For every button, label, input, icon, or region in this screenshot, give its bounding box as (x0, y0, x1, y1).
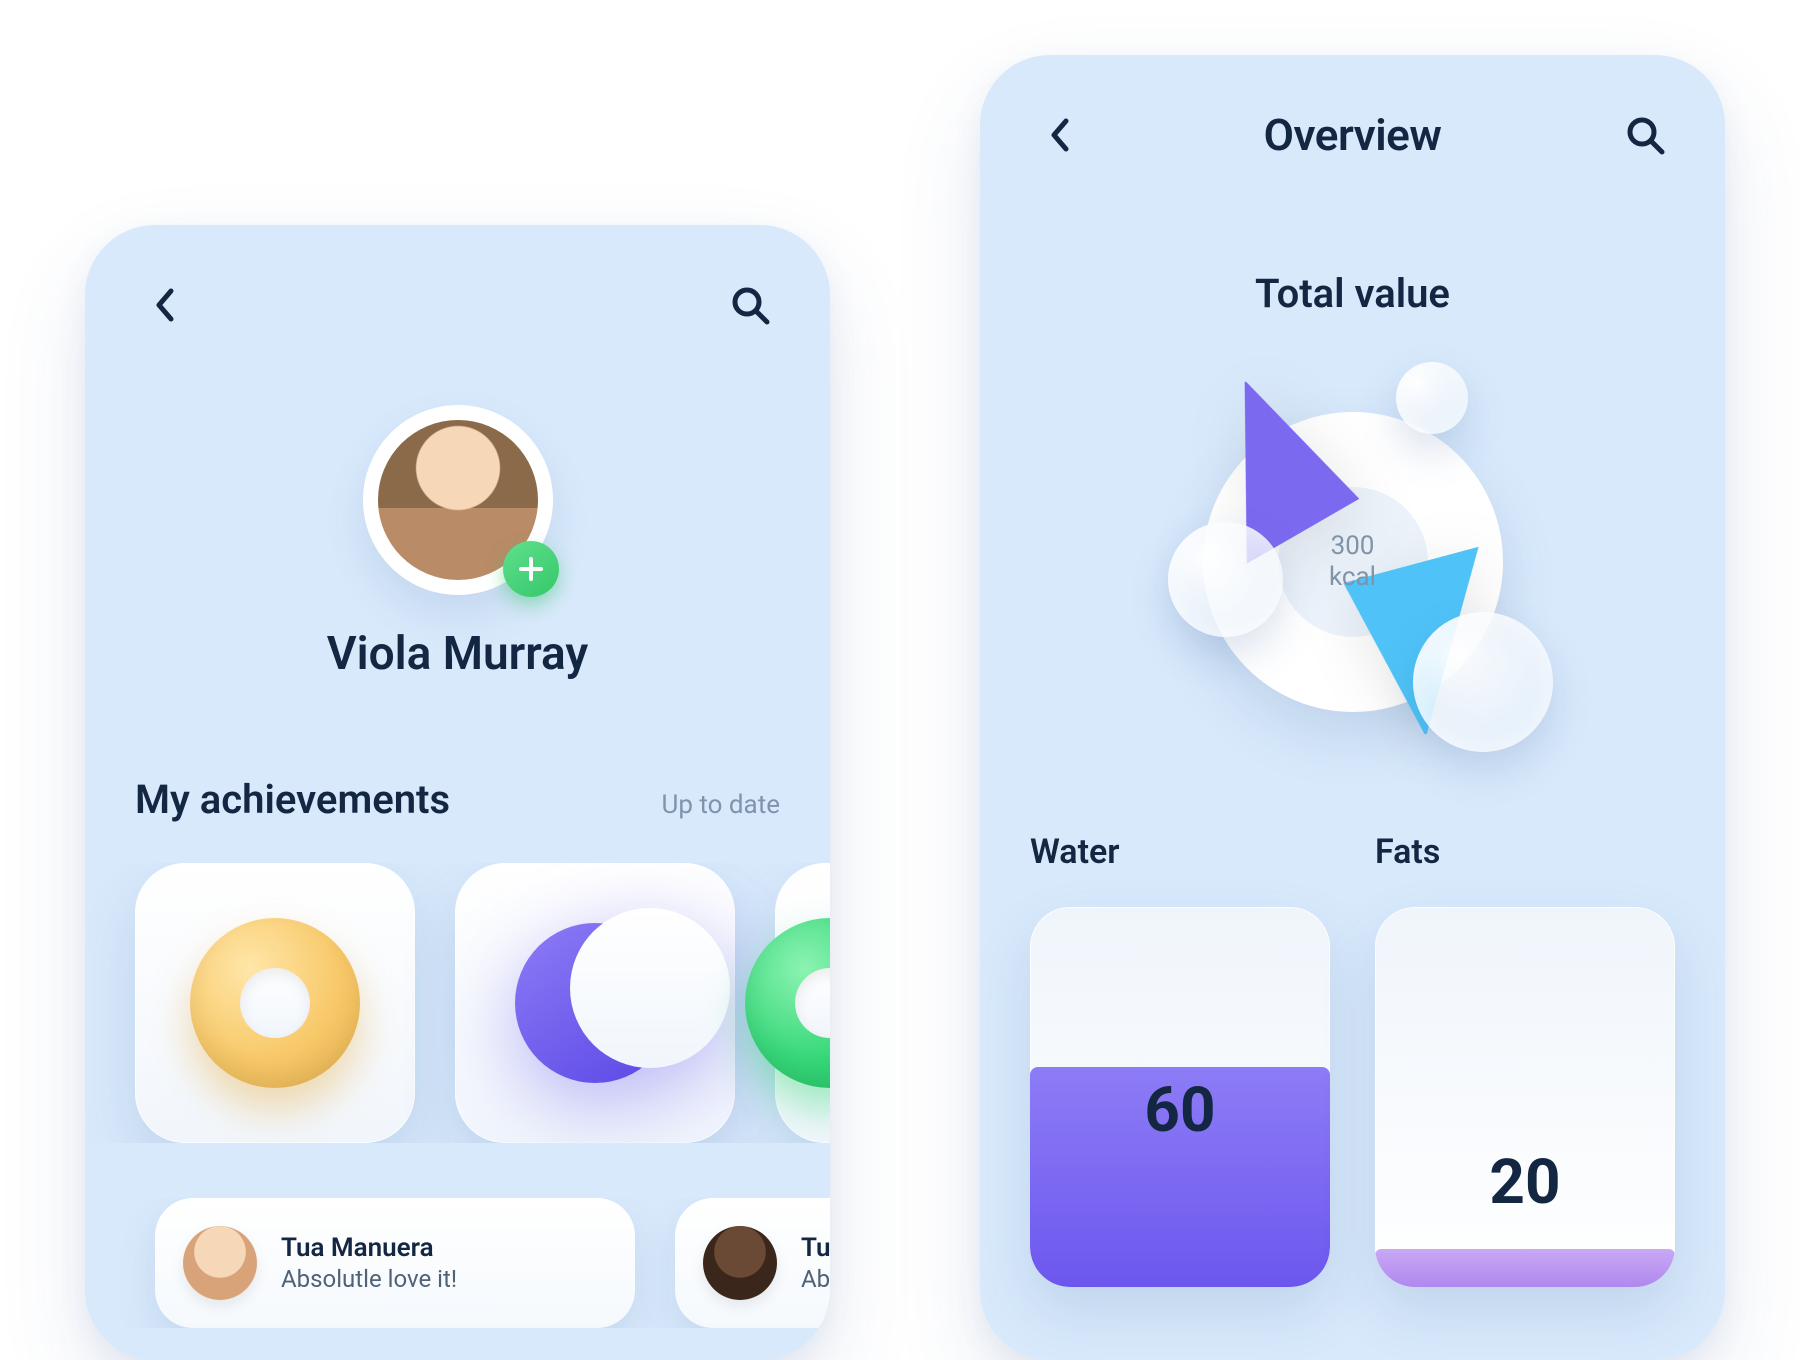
total-value-title: Total value (980, 270, 1725, 317)
testimonial-name: Tua (801, 1233, 830, 1263)
achievement-card[interactable] (135, 863, 415, 1143)
stat-water: Water 60 (1030, 832, 1330, 1287)
glass-ball-icon (1413, 612, 1553, 752)
moon-icon (515, 923, 675, 1083)
stat-value: 20 (1375, 1146, 1675, 1219)
total-value-number: 300 (1331, 531, 1375, 561)
avatar (183, 1226, 257, 1300)
stat-value: 60 (1030, 1074, 1330, 1147)
testimonial-text: Abso (801, 1265, 830, 1293)
testimonials-row: Tua Manuera Absolutle love it! Tua Abso (85, 1198, 830, 1328)
stat-tile[interactable]: 20 (1375, 907, 1675, 1287)
total-value-unit: kcal (1329, 562, 1376, 592)
achievements-row (85, 863, 830, 1143)
glass-ball-icon (1168, 522, 1283, 637)
avatar (703, 1226, 777, 1300)
stat-tile[interactable]: 60 (1030, 907, 1330, 1287)
testimonial-chip[interactable]: Tua Manuera Absolutle love it! (155, 1198, 635, 1328)
stat-fats: Fats 20 (1375, 832, 1675, 1287)
testimonial-text: Absolutle love it! (281, 1265, 457, 1293)
achievements-meta: Up to date (661, 790, 780, 820)
page-title: Overview (1264, 109, 1442, 161)
add-avatar-button[interactable] (503, 541, 559, 597)
total-value-readout: 300 kcal (1329, 531, 1376, 593)
testimonial-chip[interactable]: Tua Abso (675, 1198, 830, 1328)
search-icon (1625, 115, 1665, 155)
donut-icon (190, 918, 360, 1088)
total-value-chart: 300 kcal (1143, 352, 1563, 772)
plus-icon (518, 556, 544, 582)
profile-header (85, 245, 830, 365)
search-button[interactable] (720, 275, 780, 335)
achievements-title: My achievements (135, 776, 450, 823)
overview-header: Overview (980, 75, 1725, 195)
search-icon (730, 285, 770, 325)
donut-green-icon (745, 918, 830, 1088)
search-button[interactable] (1615, 105, 1675, 165)
back-button[interactable] (1030, 105, 1090, 165)
chevron-left-icon (154, 287, 176, 323)
testimonial-name: Tua Manuera (281, 1233, 457, 1263)
overview-screen: Overview Total value 300 kcal Water 60 F… (980, 55, 1725, 1360)
stat-label: Water (1030, 832, 1330, 872)
achievement-card[interactable] (455, 863, 735, 1143)
stats-row: Water 60 Fats 20 (980, 832, 1725, 1287)
stat-fill (1375, 1249, 1675, 1287)
glass-ball-icon (1396, 362, 1468, 434)
chevron-left-icon (1049, 117, 1071, 153)
stat-label: Fats (1375, 832, 1675, 872)
achievement-card[interactable] (775, 863, 830, 1143)
avatar[interactable] (363, 405, 553, 595)
achievements-header: My achievements Up to date (85, 776, 830, 823)
profile-screen: Viola Murray My achievements Up to date … (85, 225, 830, 1360)
back-button[interactable] (135, 275, 195, 335)
profile-name: Viola Murray (327, 627, 588, 681)
profile-block: Viola Murray (85, 405, 830, 681)
